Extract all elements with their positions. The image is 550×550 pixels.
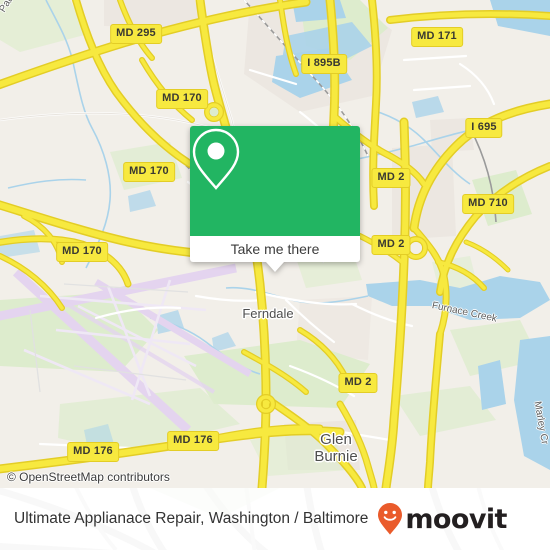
footer-content: Ultimate Applianace Repair, Washington /… [0, 488, 550, 550]
map-canvas[interactable]: Patapsco Riv Furnace Creek Marley Cr Fer… [0, 0, 550, 488]
highway-shield-md-710[interactable]: MD 710 [462, 194, 514, 214]
callout-action-label: Take me there [230, 241, 320, 257]
map-attribution[interactable]: © OpenStreetMap contributors [7, 470, 170, 484]
take-me-there-callout[interactable]: Take me there [190, 126, 360, 272]
highway-shield-md-170-north[interactable]: MD 170 [156, 89, 208, 109]
highway-shield-md-176-west[interactable]: MD 176 [67, 442, 119, 462]
highway-shield-i-895b[interactable]: I 895B [301, 54, 347, 74]
callout-pin-area [190, 126, 360, 236]
moovit-logo[interactable]: moovit [377, 502, 507, 536]
highway-shield-md-171[interactable]: MD 171 [411, 27, 463, 47]
highway-shield-i-695[interactable]: I 695 [465, 118, 503, 138]
callout-action-label-wrap[interactable]: Take me there [190, 236, 360, 262]
footer-bar: Ultimate Applianace Repair, Washington /… [0, 488, 550, 550]
map-screenshot: Patapsco Riv Furnace Creek Marley Cr Fer… [0, 0, 550, 550]
moovit-smiley-pin-icon [378, 503, 403, 535]
highway-shield-md-2-upper[interactable]: MD 2 [371, 168, 411, 188]
moovit-wordmark: moovit [405, 503, 507, 535]
callout-pointer [266, 262, 284, 272]
highway-shield-md-170-mid[interactable]: MD 170 [123, 162, 175, 182]
location-pin-icon [192, 128, 240, 190]
highway-shield-md-2-lower[interactable]: MD 2 [338, 373, 378, 393]
highway-shield-md-170-west[interactable]: MD 170 [56, 242, 108, 262]
footer-place-title: Ultimate Applianace Repair, Washington /… [14, 510, 369, 527]
highway-shield-md-176-east[interactable]: MD 176 [167, 431, 219, 451]
highway-shield-md-295[interactable]: MD 295 [110, 24, 162, 44]
highway-shield-md-2-mid[interactable]: MD 2 [371, 235, 411, 255]
